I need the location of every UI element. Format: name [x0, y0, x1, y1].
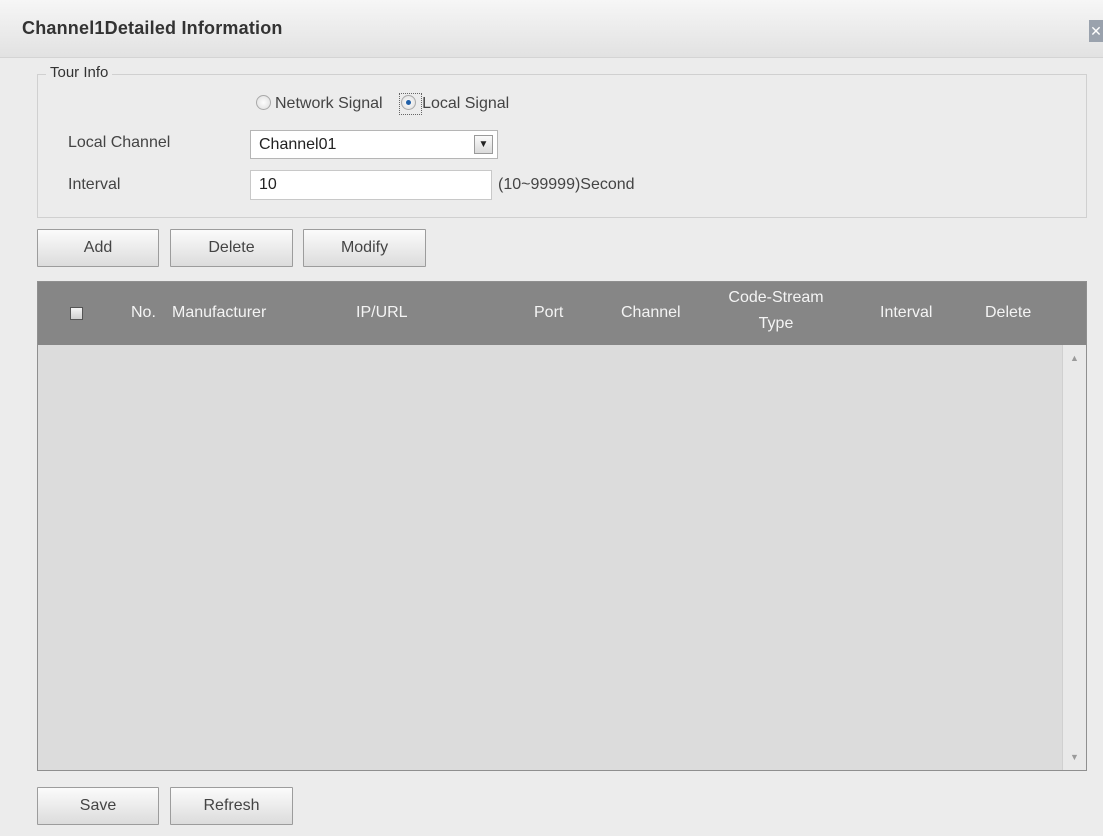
save-button[interactable]: Save: [37, 787, 159, 825]
column-header-channel: Channel: [621, 304, 681, 321]
table-body: ▲ ▼: [38, 345, 1086, 770]
local-channel-select[interactable]: Channel01 ▼: [250, 130, 498, 159]
network-signal-label: Network Signal: [275, 95, 383, 112]
tour-info-legend: Tour Info: [46, 64, 113, 81]
column-header-ip-url: IP/URL: [356, 304, 408, 321]
interval-label: Interval: [68, 176, 121, 193]
local-channel-value: Channel01: [259, 136, 337, 153]
local-signal-label: Local Signal: [422, 95, 510, 112]
column-header-code-stream-line2: Type: [758, 315, 794, 332]
column-header-interval: Interval: [880, 304, 933, 321]
modify-button[interactable]: Modify: [303, 229, 426, 267]
column-header-manufacturer: Manufacturer: [172, 304, 267, 321]
local-signal-option[interactable]: [399, 93, 423, 115]
table-header: No. Manufacturer IP/URL Port Channel Cod…: [38, 282, 1086, 345]
close-icon[interactable]: ✕: [1089, 20, 1103, 42]
dialog-title: Channel1Detailed Information: [22, 18, 283, 38]
tour-info-group: [37, 74, 1087, 218]
column-header-delete: Delete: [985, 304, 1032, 321]
title-bar: Channel1Detailed Information ✕: [0, 0, 1103, 58]
network-signal-radio[interactable]: [256, 95, 271, 110]
local-signal-radio[interactable]: [401, 95, 417, 110]
table-scrollbar[interactable]: ▲ ▼: [1062, 345, 1086, 770]
add-button[interactable]: Add: [37, 229, 159, 267]
select-all-checkbox[interactable]: [70, 307, 83, 320]
interval-range-hint: (10~99999)Second: [498, 176, 635, 193]
scroll-up-icon[interactable]: ▲: [1063, 349, 1086, 367]
interval-input[interactable]: [250, 170, 492, 200]
channel-detail-dialog: Channel1Detailed Information ✕ Tour Info…: [0, 0, 1103, 836]
column-header-port: Port: [534, 304, 564, 321]
local-channel-label: Local Channel: [68, 134, 171, 151]
refresh-button[interactable]: Refresh: [170, 787, 293, 825]
scroll-down-icon[interactable]: ▼: [1063, 748, 1086, 766]
column-header-code-stream-type: Code-Stream Type: [724, 289, 828, 333]
chevron-down-icon[interactable]: ▼: [474, 135, 493, 154]
tour-list-table: No. Manufacturer IP/URL Port Channel Cod…: [37, 281, 1087, 771]
delete-button[interactable]: Delete: [170, 229, 293, 267]
signal-type-radio-group: Network Signal Local Signal: [256, 93, 509, 115]
network-signal-option[interactable]: Network Signal: [256, 95, 387, 112]
column-header-no: No.: [131, 304, 156, 321]
column-header-code-stream-line1: Code-Stream: [728, 289, 824, 306]
